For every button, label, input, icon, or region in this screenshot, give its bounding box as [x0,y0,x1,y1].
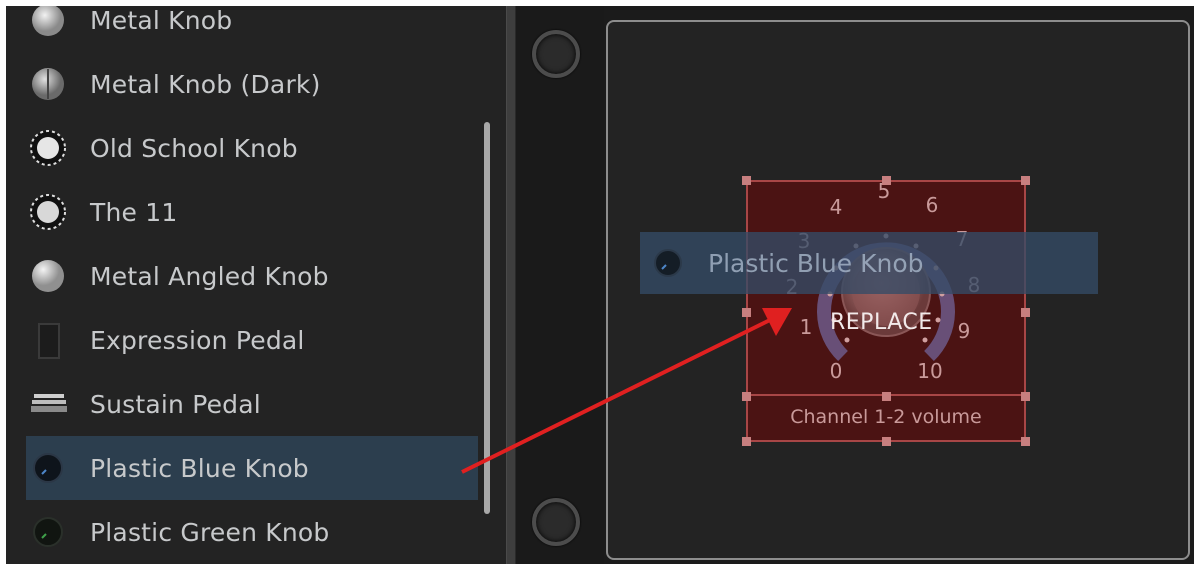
resize-handle-top[interactable] [882,176,891,185]
library-item-label: Plastic Blue Knob [90,453,309,483]
metal-knob-icon [26,6,70,52]
library-item-label: Metal Knob (Dark) [90,69,321,99]
app-window: Metal Knob Metal Knob (Dark) Old School … [6,6,1194,564]
library-item-plastic-blue-knob[interactable]: Plastic Blue Knob [26,436,478,500]
library-item-old-school-knob[interactable]: Old School Knob [26,116,478,180]
resize-handle-bottom-right[interactable] [1021,437,1030,446]
plastic-blue-knob-icon [648,232,686,294]
drag-preview: Plastic Blue Knob [640,232,1098,294]
library-item-sustain-pedal[interactable]: Sustain Pedal [26,372,478,436]
scale-label: 4 [830,195,843,219]
scale-label: 5 [878,182,891,203]
library-item-label: Expression Pedal [90,325,305,355]
pane-divider[interactable] [506,6,516,564]
sustain-pedal-icon [26,372,70,436]
panel-canvas[interactable]: 0 1 2 3 4 5 6 7 8 9 10 Channel 1-2 volum… [606,20,1190,560]
scale-label: 10 [917,359,942,383]
resize-handle-left[interactable] [742,308,751,317]
rack-screw-icon [532,498,580,546]
library-item-label: Plastic Green Knob [90,517,330,547]
resize-handle-bottom[interactable] [882,437,891,446]
replace-drop-hint: REPLACE [830,310,933,335]
plastic-blue-knob-icon [26,436,70,500]
resize-handle-top-left[interactable] [742,176,751,185]
drag-preview-label: Plastic Blue Knob [708,248,924,278]
library-item-plastic-green-knob[interactable]: Plastic Green Knob [26,500,478,564]
scale-label: 1 [800,315,813,339]
library-item-label: Metal Angled Knob [90,261,329,291]
scale-label: 6 [926,193,939,217]
resize-handle-right-lower[interactable] [1021,392,1030,401]
library-item-expression-pedal[interactable]: Expression Pedal [26,308,478,372]
rack-rail [516,6,604,564]
metal-knob-dark-icon [26,52,70,116]
library-item-label: Sustain Pedal [90,389,261,419]
library-item-label: The 11 [90,197,178,227]
resize-handle-top-right[interactable] [1021,176,1030,185]
library-item-the-11[interactable]: The 11 [26,180,478,244]
control-library-sidebar: Metal Knob Metal Knob (Dark) Old School … [6,6,506,564]
expression-pedal-icon [26,308,70,372]
resize-handle-label-top[interactable] [882,392,891,401]
plastic-green-knob-icon [26,500,70,564]
resize-handle-right[interactable] [1021,308,1030,317]
library-item-label: Old School Knob [90,133,298,163]
library-item-metal-knob-dark[interactable]: Metal Knob (Dark) [26,52,478,116]
old-school-knob-icon [26,116,70,180]
sidebar-scrollbar[interactable] [484,122,490,514]
library-item-label: Metal Knob [90,6,233,35]
scale-label: 0 [830,359,843,383]
scale-label: 9 [958,319,971,343]
the-11-knob-icon [26,180,70,244]
rack-screw-icon [532,30,580,78]
metal-angled-knob-icon [26,244,70,308]
library-item-metal-knob[interactable]: Metal Knob [26,6,478,52]
resize-handle-left-lower[interactable] [742,392,751,401]
resize-handle-bottom-left[interactable] [742,437,751,446]
library-item-metal-angled-knob[interactable]: Metal Angled Knob [26,244,478,308]
